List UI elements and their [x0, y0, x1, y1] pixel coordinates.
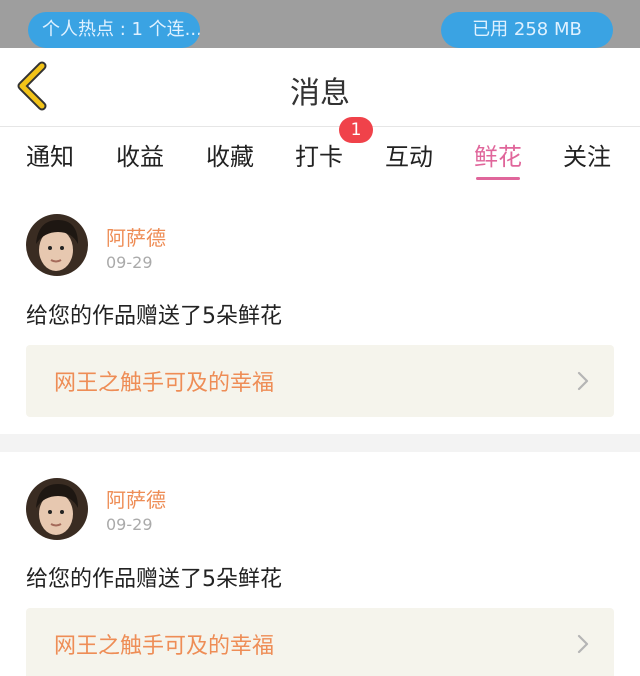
tab-flowers-label: 鲜花: [474, 143, 522, 171]
avatar-image: [26, 214, 88, 276]
avatar-image: [26, 478, 88, 540]
message-card: 阿萨德 09-29 给您的作品赠送了5朵鲜花 网王之触手可及的幸福: [0, 190, 640, 434]
chevron-right-icon: [577, 634, 589, 654]
work-link[interactable]: 网王之触手可及的幸福: [26, 608, 614, 676]
avatar[interactable]: [26, 478, 88, 540]
tab-flowers[interactable]: 鲜花: [474, 137, 522, 180]
tab-checkin[interactable]: 打卡: [295, 137, 343, 172]
message-date: 09-29: [106, 253, 153, 272]
avatar[interactable]: [26, 214, 88, 276]
chevron-right-icon: [577, 371, 589, 391]
user-name[interactable]: 阿萨德: [106, 222, 166, 251]
message-text: 给您的作品赠送了5朵鲜花: [26, 567, 282, 592]
page-title: 消息: [290, 76, 350, 111]
active-tab-indicator: [476, 177, 520, 180]
message-date: 09-29: [106, 515, 153, 534]
work-link[interactable]: 网王之触手可及的幸福: [26, 345, 614, 417]
checkin-badge: 1: [339, 117, 373, 143]
tab-favorites[interactable]: 收藏: [206, 137, 254, 172]
message-card: 阿萨德 09-29 给您的作品赠送了5朵鲜花 网王之触手可及的幸福: [0, 452, 640, 676]
status-bar: 个人热点 : 1 个连... 已用 258 MB: [0, 0, 640, 48]
tab-following[interactable]: 关注: [563, 137, 611, 172]
card-divider: [0, 434, 640, 452]
tab-interactions[interactable]: 互动: [385, 137, 433, 172]
work-title: 网王之触手可及的幸福: [54, 634, 275, 659]
header: 消息: [0, 48, 640, 128]
data-usage-pill[interactable]: 已用 258 MB: [441, 12, 613, 48]
tab-bar: 通知 收益 收藏 打卡 互动 鲜花 关注: [0, 126, 640, 182]
tab-notifications[interactable]: 通知: [26, 137, 74, 172]
hotspot-status-pill[interactable]: 个人热点 : 1 个连...: [28, 12, 200, 48]
tab-earnings[interactable]: 收益: [116, 137, 164, 172]
message-text: 给您的作品赠送了5朵鲜花: [26, 304, 282, 329]
work-title: 网王之触手可及的幸福: [54, 371, 275, 396]
user-name[interactable]: 阿萨德: [106, 484, 166, 513]
